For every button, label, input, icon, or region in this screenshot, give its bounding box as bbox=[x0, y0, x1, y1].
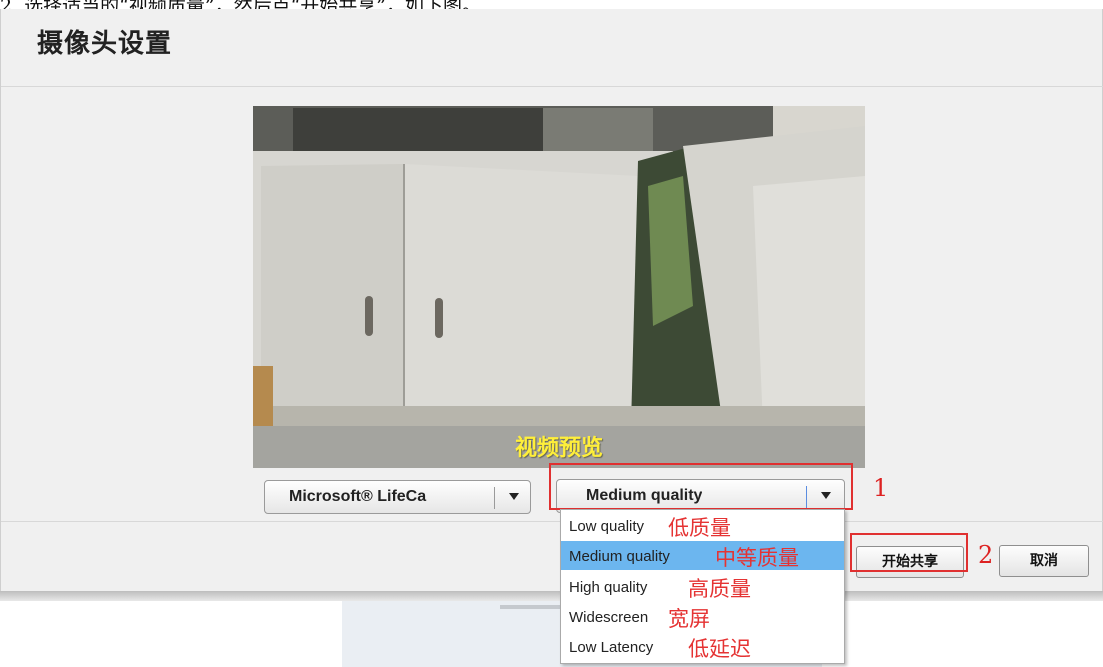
chevron-down-icon[interactable] bbox=[509, 493, 519, 500]
quality-option-high[interactable]: High quality 高质量 bbox=[561, 572, 844, 601]
select-separator bbox=[494, 487, 495, 509]
document-text-fragment: 2. 选择适当的“视频质量”，然后点“开始共享”，如下图。 bbox=[0, 0, 1103, 9]
annotation-box-quality bbox=[549, 463, 853, 510]
cancel-button[interactable]: 取消 bbox=[999, 545, 1089, 577]
quality-dropdown-list: Low quality 低质量 Medium quality 中等质量 High… bbox=[560, 509, 845, 664]
quality-option-widescreen[interactable]: Widescreen 宽屏 bbox=[561, 602, 844, 631]
dialog-shadow bbox=[0, 591, 1103, 601]
option-annotation: 高质量 bbox=[688, 577, 751, 601]
quality-option-low[interactable]: Low quality 低质量 bbox=[561, 511, 844, 540]
divider bbox=[1, 521, 1103, 522]
option-annotation: 低质量 bbox=[668, 516, 731, 540]
camera-select-value: Microsoft® LifeCa bbox=[289, 488, 427, 505]
option-annotation: 低延迟 bbox=[688, 637, 751, 661]
camera-select[interactable]: Microsoft® LifeCa bbox=[264, 480, 531, 514]
annotation-step-1: 1 bbox=[873, 474, 889, 502]
quality-option-medium[interactable]: Medium quality 中等质量 bbox=[561, 541, 844, 570]
video-preview: 视频预览 bbox=[253, 106, 865, 468]
option-annotation: 中等质量 bbox=[715, 546, 799, 570]
annotation-box-share bbox=[850, 533, 968, 572]
annotation-step-2: 2 bbox=[978, 541, 994, 569]
camera-frame-image bbox=[253, 106, 865, 468]
divider bbox=[1, 86, 1103, 87]
preview-label: 视频预览 bbox=[514, 435, 603, 461]
dialog-title: 摄像头设置 bbox=[37, 29, 173, 59]
option-annotation: 宽屏 bbox=[668, 607, 710, 631]
background-page bbox=[0, 591, 1103, 667]
quality-option-low-latency[interactable]: Low Latency 低延迟 bbox=[561, 632, 844, 661]
